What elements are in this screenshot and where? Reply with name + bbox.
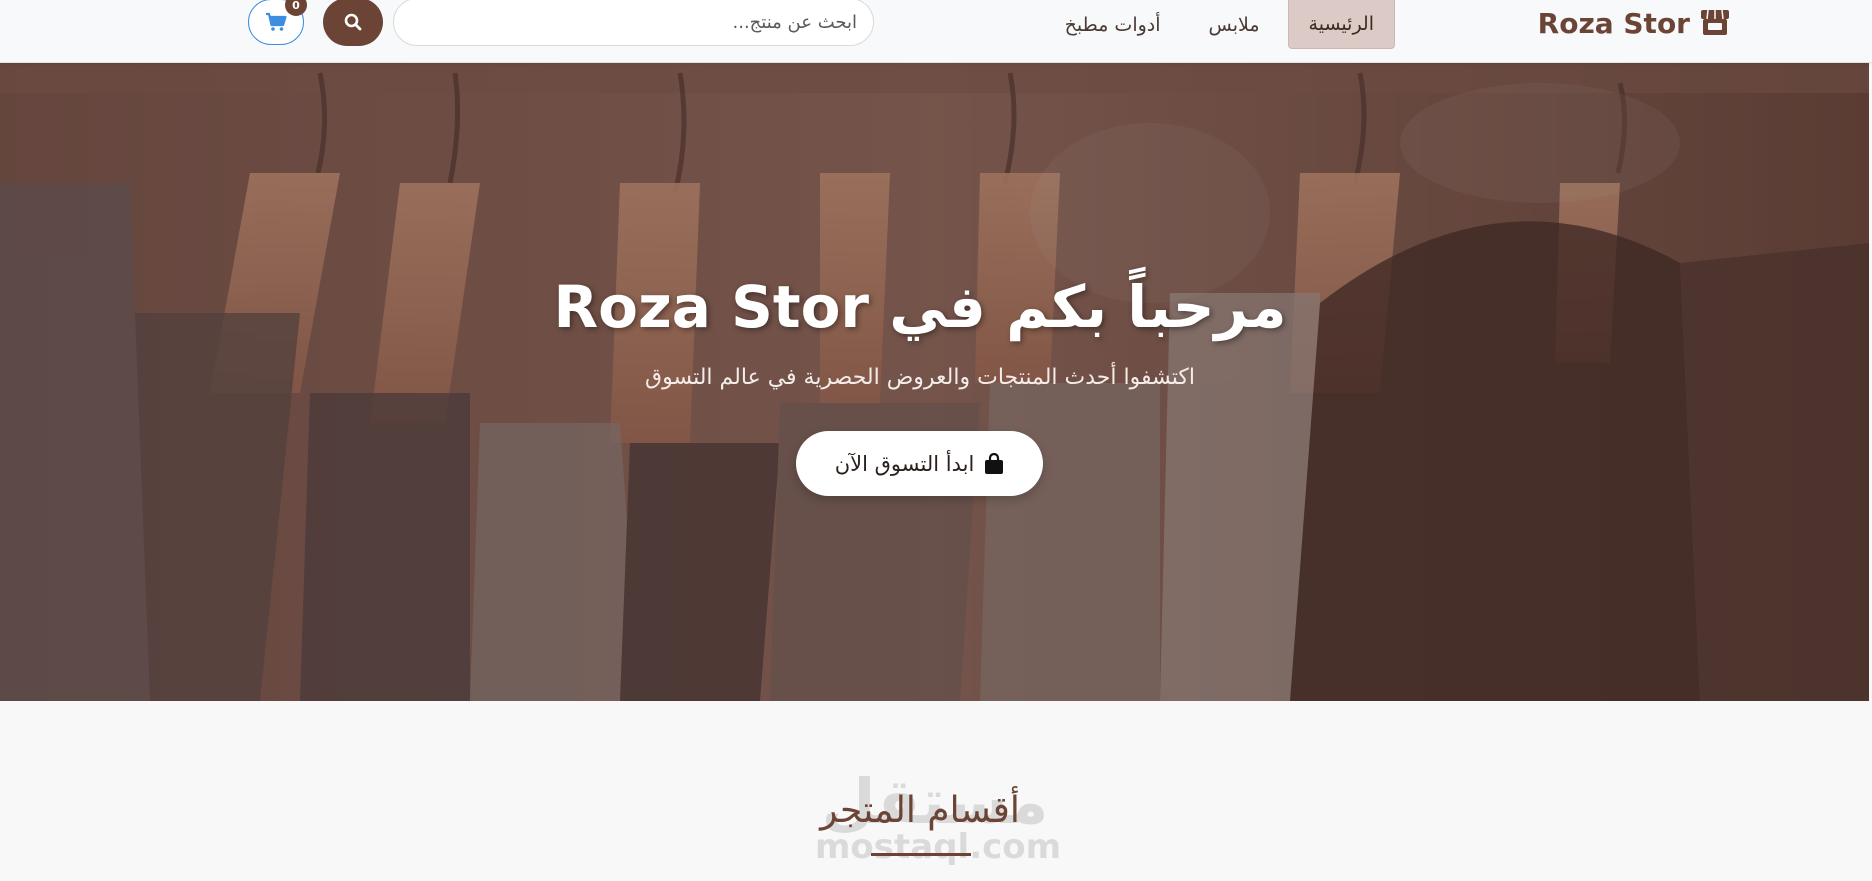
brand-logo[interactable]: Roza Stor bbox=[1538, 0, 1730, 46]
hero-banner: مرحباً بكم في Roza Stor اكتشفوا أحدث الم… bbox=[0, 63, 1869, 701]
nav-link-clothes[interactable]: ملابس bbox=[1189, 0, 1280, 49]
brand-name: Roza Stor bbox=[1537, 6, 1690, 40]
shopping-bag-icon bbox=[985, 452, 1004, 474]
hero-subtitle: اكتشفوا أحدث المنتجات والعروض الحصرية في… bbox=[645, 365, 1195, 390]
nav-links: أدوات مطبخ ملابس الرئيسية bbox=[1045, 0, 1395, 49]
nav-link-kitchen-tools[interactable]: أدوات مطبخ bbox=[1045, 0, 1181, 49]
search-input[interactable] bbox=[393, 0, 874, 46]
hero-title: مرحباً بكم في Roza Stor bbox=[553, 273, 1287, 341]
page: Roza Stor أدوات مطبخ ملابس الرئيسية 0 bbox=[0, 0, 1872, 881]
cart-count-badge: 0 bbox=[285, 0, 307, 16]
section-title: أقسام المتجر bbox=[820, 790, 1020, 831]
search-button[interactable] bbox=[323, 0, 383, 46]
section-title-underline bbox=[871, 853, 971, 856]
start-shopping-button[interactable]: ابدأ التسوق الآن bbox=[796, 431, 1043, 496]
nav-link-home[interactable]: الرئيسية bbox=[1287, 0, 1395, 49]
search-icon bbox=[344, 13, 362, 31]
store-icon bbox=[1701, 9, 1729, 35]
watermark-latin: mostaql.com bbox=[815, 827, 1062, 867]
cart-icon bbox=[266, 12, 287, 31]
navbar: Roza Stor أدوات مطبخ ملابس الرئيسية 0 bbox=[0, 0, 1872, 63]
start-shopping-label: ابدأ التسوق الآن bbox=[834, 451, 975, 476]
